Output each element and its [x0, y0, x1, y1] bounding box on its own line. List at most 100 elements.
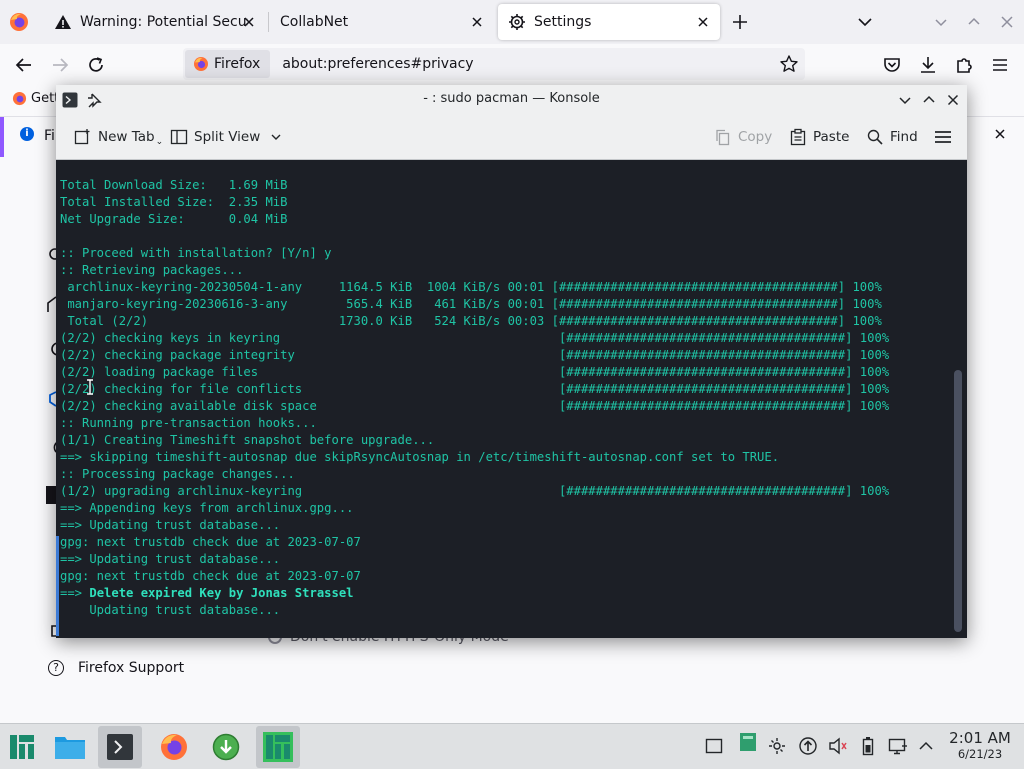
support-label: Firefox Support — [78, 660, 185, 676]
info-icon: i — [20, 127, 34, 141]
pocket-icon[interactable] — [880, 53, 904, 77]
minimize-icon[interactable] — [931, 12, 951, 32]
tab-settings[interactable]: Settings — [498, 4, 720, 40]
forward-icon[interactable] — [48, 53, 72, 77]
new-tab-button[interactable]: New Tab ⌄ — [74, 127, 163, 147]
manjaro-menu-button[interactable] — [0, 726, 44, 768]
hamburger-menu-icon[interactable] — [934, 128, 952, 146]
terminal-line: :: Proceed with installation? [Y/n] y — [60, 246, 332, 260]
window-icon[interactable] — [704, 736, 724, 756]
extensions-icon[interactable] — [952, 53, 976, 77]
downloads-icon[interactable] — [916, 53, 940, 77]
paste-button[interactable]: Paste — [789, 127, 849, 147]
terminal-line: (2/2) checking keys in keyring [########… — [60, 331, 890, 345]
clock-time: 2:01 AM — [949, 729, 1011, 747]
terminal-output: Total Download Size: 1.69 MiB Total Insta… — [60, 177, 889, 619]
konsole-taskbar-button[interactable] — [98, 726, 142, 768]
close-tab-icon[interactable] — [694, 13, 712, 31]
split-view-icon — [170, 129, 188, 145]
close-tab-icon[interactable] — [240, 13, 258, 31]
minimize-icon[interactable] — [897, 92, 913, 108]
close-tab-icon[interactable] — [468, 13, 486, 31]
firefox-menu-icon[interactable] — [8, 11, 30, 33]
close-notification-icon[interactable] — [992, 126, 1008, 142]
firefox-taskbar-button[interactable] — [152, 726, 196, 768]
new-tab-label: New Tab — [98, 129, 155, 145]
split-view-label: Split View — [194, 129, 261, 145]
copy-button[interactable]: Copy — [714, 127, 772, 147]
konsole-window: - : sudo pacman — Konsole New Tab ⌄ Spli… — [56, 85, 967, 638]
window-title: - : sudo pacman — Konsole — [423, 91, 600, 106]
manjaro-app-icon — [263, 732, 293, 762]
terminal-scrollbar[interactable] — [954, 370, 962, 632]
terminal-line: ==> Appending keys from archlinux.gpg... — [60, 501, 354, 515]
digital-clock[interactable]: 2:01 AM 6/21/23 — [944, 729, 1016, 761]
bookmark-star-icon[interactable] — [779, 54, 799, 74]
new-tab-icon[interactable] — [730, 12, 750, 32]
terminal-line: manjaro-keyring-20230616-3-any 565.4 KiB… — [60, 297, 882, 311]
more-from-mozilla-icon[interactable] — [46, 486, 56, 504]
back-icon[interactable] — [12, 53, 36, 77]
url-bar[interactable]: Firefox about:preferences#privacy — [183, 48, 805, 80]
clipboard-green-icon[interactable] — [738, 732, 758, 752]
tab-security-warning[interactable]: Warning: Potential Security Risk Ahead — [44, 4, 266, 40]
volume-muted-icon[interactable] — [828, 736, 848, 756]
terminal-line: (2/2) checking available disk space [###… — [60, 399, 890, 413]
terminal-line: :: Processing package changes... — [60, 467, 295, 481]
maximize-icon[interactable] — [964, 12, 984, 32]
terminal-line: (2/2) loading package files [###########… — [60, 365, 890, 379]
find-label: Find — [890, 129, 918, 145]
notification-accent — [0, 117, 4, 157]
download-manager-button[interactable] — [204, 726, 248, 768]
konsole-app-icon[interactable] — [62, 92, 78, 108]
terminal-area[interactable]: Total Download Size: 1.69 MiB Total Insta… — [56, 160, 967, 638]
paste-icon — [790, 128, 806, 146]
update-icon[interactable] — [798, 736, 818, 756]
text-cursor-icon — [87, 379, 93, 395]
konsole-icon — [107, 734, 133, 760]
identity-box[interactable]: Firefox — [185, 50, 271, 78]
tab-title: Warning: Potential Security Risk Ahead — [80, 14, 248, 30]
find-button[interactable]: Find — [866, 127, 918, 147]
terminal-line: gpg: next trustdb check due at 2023-07-0… — [60, 569, 361, 583]
file-manager-button[interactable] — [48, 726, 92, 768]
download-icon — [212, 733, 240, 761]
identity-label: Firefox — [214, 56, 261, 72]
copy-icon — [716, 129, 730, 146]
terminal-line: ==> Delete expired Key by Jonas Strassel — [60, 585, 889, 602]
paste-label: Paste — [813, 129, 850, 145]
file-manager-icon — [55, 737, 85, 759]
clock-date: 6/21/23 — [957, 747, 1003, 761]
konsole-titlebar[interactable]: - : sudo pacman — Konsole — [56, 85, 967, 115]
firefox-nav-bar: Firefox about:preferences#privacy — [0, 44, 1024, 86]
terminal-line: Net Upgrade Size: 0.04 MiB — [60, 212, 288, 226]
firefox-support-link[interactable]: ? Firefox Support — [48, 660, 184, 676]
warning-icon — [55, 15, 71, 29]
dropdown-arrow-icon: ⌄ — [155, 137, 164, 147]
show-hidden-icons-icon[interactable] — [916, 736, 936, 756]
battery-icon[interactable] — [858, 736, 878, 756]
maximize-icon[interactable] — [921, 92, 937, 108]
list-all-tabs-icon[interactable] — [855, 12, 875, 32]
reload-icon[interactable] — [84, 53, 108, 77]
tab-collabnet[interactable]: CollabNet — [270, 4, 494, 40]
close-window-icon[interactable] — [997, 12, 1017, 32]
manjaro-app-button[interactable] — [256, 726, 300, 768]
copy-label: Copy — [738, 129, 773, 145]
selection-marker — [56, 536, 59, 636]
kde-taskbar: 2:01 AM 6/21/23 — [0, 723, 1024, 769]
pin-icon[interactable] — [86, 92, 102, 108]
url-text[interactable]: about:preferences#privacy — [282, 56, 473, 72]
terminal-line: Total Installed Size: 2.35 MiB — [60, 195, 288, 209]
terminal-line: (1/2) upgrading archlinux-keyring [#####… — [60, 484, 890, 498]
terminal-line: (1/1) Creating Timeshift snapshot before… — [60, 433, 435, 447]
firefox-tab-bar: Warning: Potential Security Risk Ahead C… — [0, 0, 1024, 44]
firefox-icon — [161, 734, 187, 760]
network-settings-icon[interactable] — [767, 736, 787, 756]
terminal-bold-text: Delete expired Key by Jonas Strassel — [89, 586, 354, 600]
hamburger-menu-icon[interactable] — [988, 53, 1012, 77]
split-view-button[interactable]: Split View — [170, 127, 288, 147]
terminal-prefix: ==> — [60, 586, 90, 600]
display-icon[interactable] — [888, 736, 908, 756]
close-icon[interactable] — [945, 92, 961, 108]
